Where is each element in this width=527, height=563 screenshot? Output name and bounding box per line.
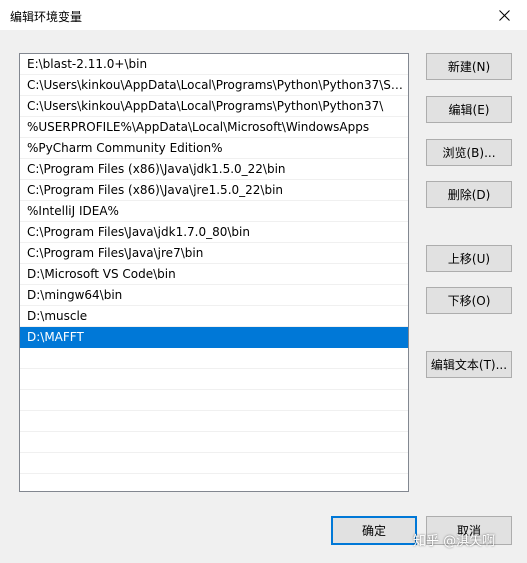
empty-row[interactable] bbox=[20, 432, 408, 453]
close-button[interactable] bbox=[481, 0, 527, 30]
empty-row[interactable] bbox=[20, 348, 408, 369]
path-item-selected[interactable]: D:\MAFFT bbox=[20, 327, 408, 348]
new-button[interactable]: 新建(N) bbox=[426, 53, 512, 80]
path-item[interactable]: C:\Users\kinkou\AppData\Local\Programs\P… bbox=[20, 96, 408, 117]
path-item[interactable]: D:\mingw64\bin bbox=[20, 285, 408, 306]
empty-row[interactable] bbox=[20, 411, 408, 432]
path-item[interactable]: %PyCharm Community Edition% bbox=[20, 138, 408, 159]
path-item[interactable]: D:\Microsoft VS Code\bin bbox=[20, 264, 408, 285]
path-item[interactable]: %IntelliJ IDEA% bbox=[20, 201, 408, 222]
path-item[interactable]: D:\muscle bbox=[20, 306, 408, 327]
browse-button[interactable]: 浏览(B)... bbox=[426, 139, 512, 166]
path-item[interactable]: C:\Program Files (x86)\Java\jdk1.5.0_22\… bbox=[20, 159, 408, 180]
path-item[interactable]: E:\blast-2.11.0+\bin bbox=[20, 54, 408, 75]
ok-button[interactable]: 确定 bbox=[331, 516, 417, 545]
close-icon bbox=[498, 9, 510, 21]
edit-button[interactable]: 编辑(E) bbox=[426, 96, 512, 123]
cancel-button[interactable]: 取消 bbox=[426, 516, 512, 545]
move-up-button[interactable]: 上移(U) bbox=[426, 245, 512, 272]
path-item[interactable]: %USERPROFILE%\AppData\Local\Microsoft\Wi… bbox=[20, 117, 408, 138]
delete-button[interactable]: 删除(D) bbox=[426, 181, 512, 208]
empty-row[interactable] bbox=[20, 474, 408, 491]
path-item[interactable]: C:\Program Files\Java\jre7\bin bbox=[20, 243, 408, 264]
edit-text-button[interactable]: 编辑文本(T)... bbox=[426, 351, 512, 378]
window-title: 编辑环境变量 bbox=[10, 10, 83, 24]
path-listbox[interactable]: E:\blast-2.11.0+\bin C:\Users\kinkou\AppD… bbox=[19, 53, 409, 492]
path-item[interactable]: C:\Program Files (x86)\Java\jre1.5.0_22\… bbox=[20, 180, 408, 201]
title-bar: 编辑环境变量 bbox=[0, 0, 527, 30]
path-item[interactable]: C:\Program Files\Java\jdk1.7.0_80\bin bbox=[20, 222, 408, 243]
empty-row[interactable] bbox=[20, 390, 408, 411]
move-down-button[interactable]: 下移(O) bbox=[426, 287, 512, 314]
path-item[interactable]: C:\Users\kinkou\AppData\Local\Programs\P… bbox=[20, 75, 408, 96]
empty-row[interactable] bbox=[20, 453, 408, 474]
empty-row[interactable] bbox=[20, 369, 408, 390]
